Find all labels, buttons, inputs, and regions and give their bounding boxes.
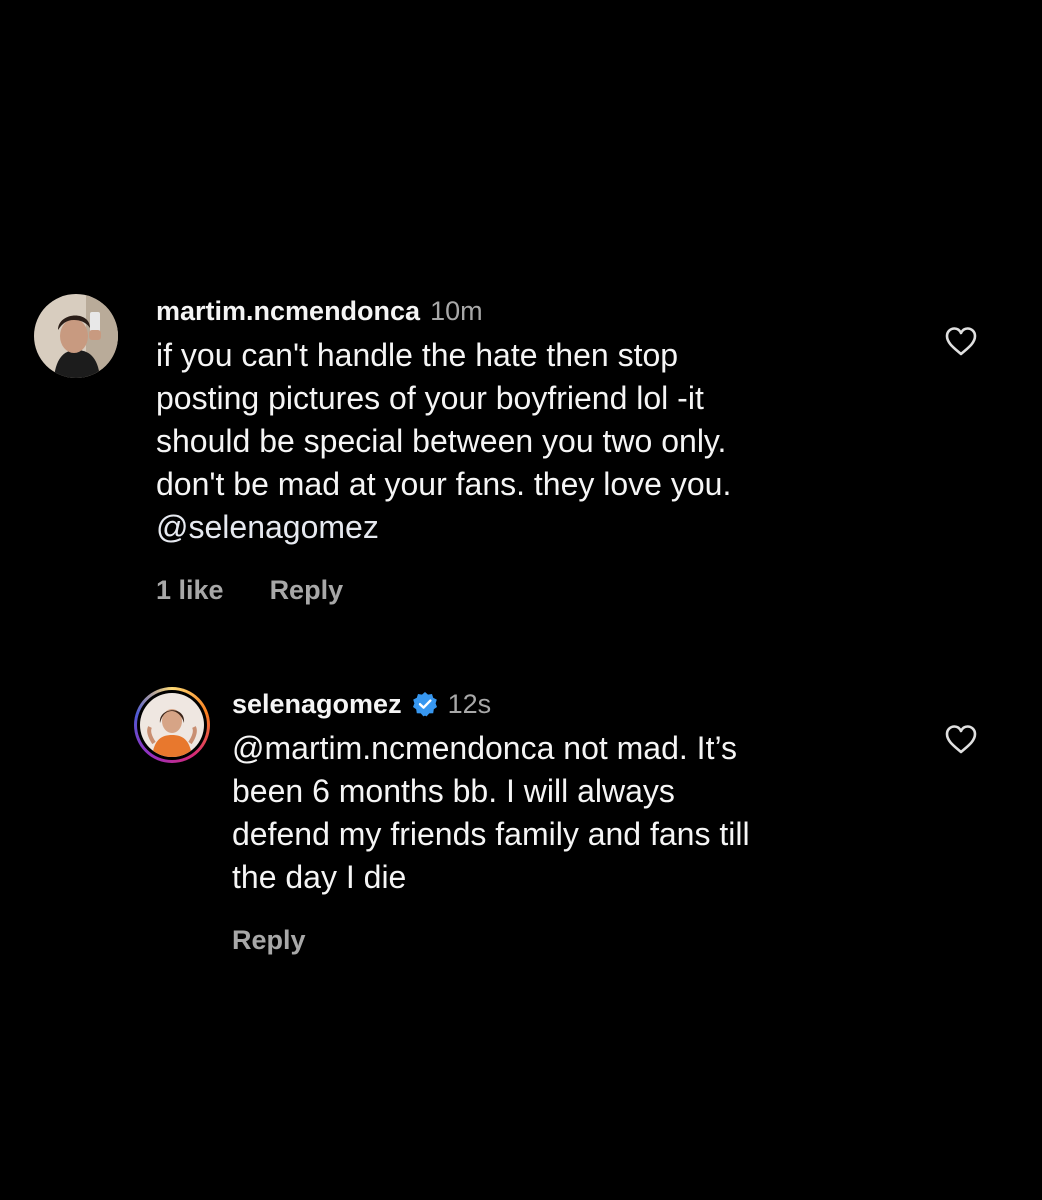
heart-icon[interactable] (944, 326, 978, 356)
comment-timestamp: 10m (430, 296, 483, 326)
heart-icon[interactable] (944, 724, 978, 754)
reply-button[interactable]: Reply (232, 925, 306, 956)
mention-link[interactable]: @selenagomez (156, 509, 379, 545)
comment-martim: martim.ncmendonca 10m if you can't handl… (34, 294, 876, 606)
verified-badge-icon (412, 692, 437, 717)
comment-text: @martim.ncmendonca not mad. It’s been 6 … (232, 730, 750, 895)
comment-text: if you can't handle the hate then stop p… (156, 334, 876, 549)
comment-username[interactable]: selenagomez (232, 687, 402, 721)
reply-button[interactable]: Reply (270, 575, 344, 606)
comment-selenagomez: selenagomez 12s @martim.ncmendonca not m… (134, 687, 952, 956)
avatar-martim[interactable] (34, 294, 118, 378)
comment-text-body: if you can't handle the hate then stop p… (156, 337, 732, 502)
avatar-selenagomez[interactable] (134, 687, 210, 763)
comment-username[interactable]: martim.ncmendonca (156, 294, 420, 328)
avatar-photo (140, 693, 204, 757)
avatar-photo (34, 294, 118, 378)
like-count[interactable]: 1 like (156, 575, 224, 606)
comment-timestamp: 12s (447, 689, 492, 719)
